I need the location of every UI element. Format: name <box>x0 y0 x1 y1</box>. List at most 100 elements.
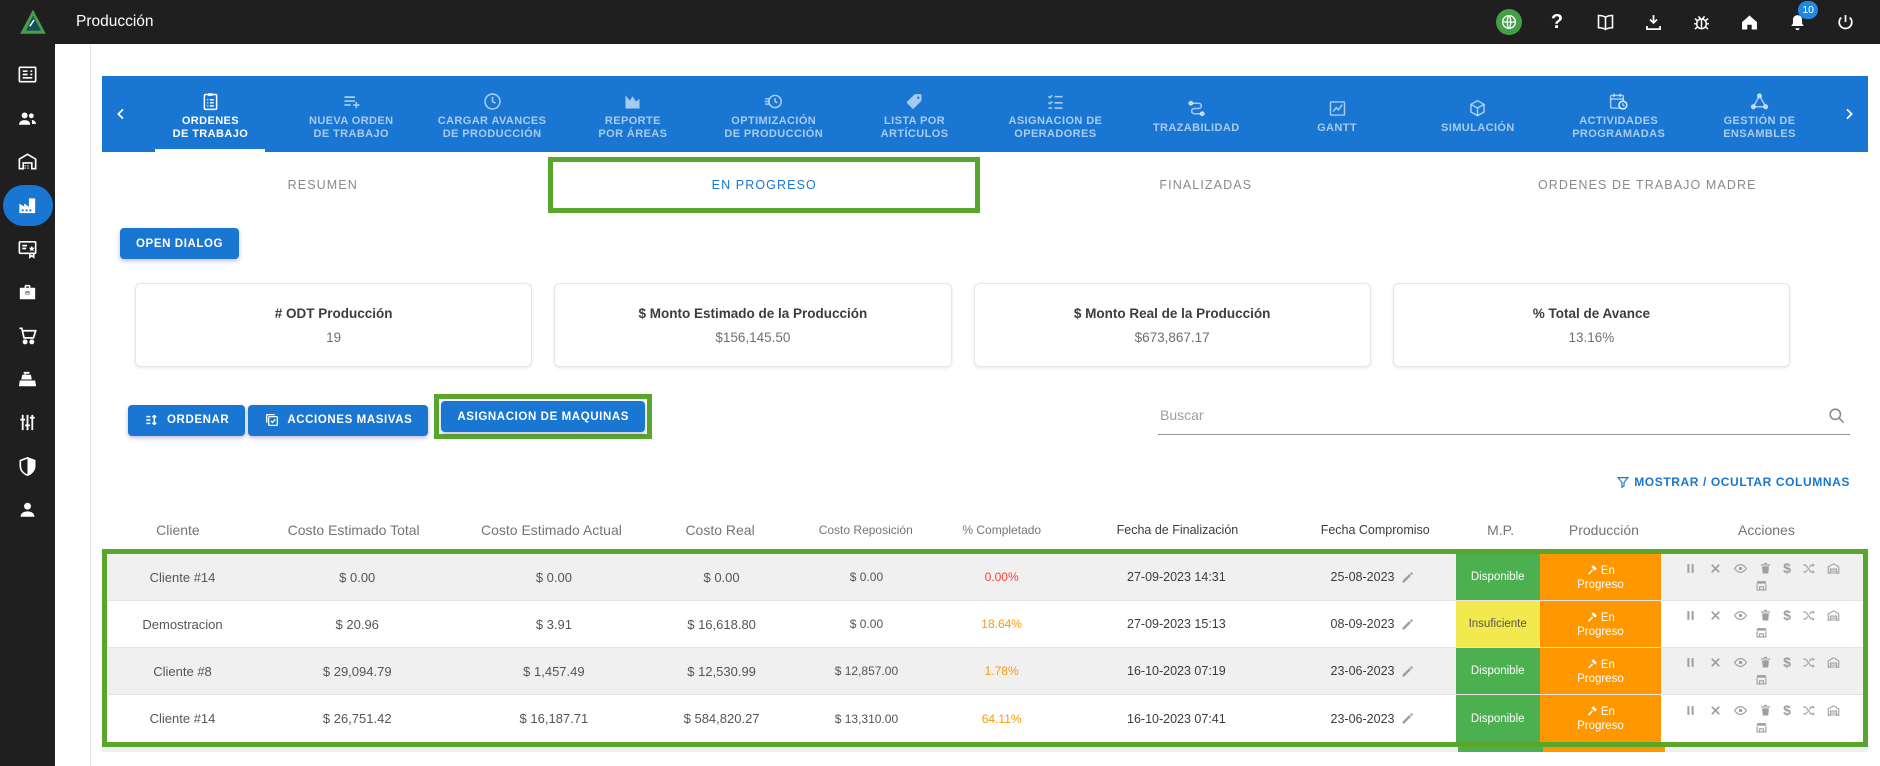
sidebar-item-profile[interactable] <box>0 488 55 532</box>
store-icon[interactable] <box>1754 578 1769 593</box>
nav-tab-simulacion[interactable]: SIMULACIÓN <box>1407 76 1548 152</box>
column-header[interactable]: Costo Real <box>649 522 790 538</box>
nav-tab-nueva-orden-de-trabajo[interactable]: NUEVA ORDENDE TRABAJO <box>281 76 422 152</box>
asignacion-maquinas-button[interactable]: ASIGNACION DE MAQUINAS <box>441 401 645 432</box>
column-header[interactable]: Costo Estimado Total <box>254 522 454 538</box>
download-icon[interactable] <box>1636 5 1670 39</box>
card-value: $156,145.50 <box>715 330 790 345</box>
sidebar-item-users[interactable] <box>0 97 55 141</box>
sidebar-item-warehouse[interactable] <box>0 140 55 184</box>
pause-icon[interactable] <box>1683 561 1698 576</box>
nav-tab-actividades-programadas[interactable]: ACTIVIDADESPROGRAMADAS <box>1548 76 1689 152</box>
nav-tab-trazabilidad[interactable]: TRAZABILIDAD <box>1126 76 1267 152</box>
view-icon[interactable] <box>1733 608 1748 623</box>
sidebar-item-certificates[interactable] <box>0 227 55 271</box>
column-header[interactable]: Fecha Compromiso <box>1292 523 1458 537</box>
nav-tab-ordenes-de-trabajo[interactable]: ORDENESDE TRABAJO <box>140 76 281 152</box>
tab-resumen[interactable]: RESUMEN <box>102 178 544 192</box>
open-dialog-button[interactable]: OPEN DIALOG <box>120 228 239 259</box>
nav-scroll-left-icon[interactable] <box>102 76 140 152</box>
nav-tab-cargar-avances[interactable]: CARGAR AVANCESDE PRODUCCIÓN <box>422 76 563 152</box>
delete-icon[interactable] <box>1758 561 1773 576</box>
table-row[interactable]: Cliente #14 $ 26,751.42 $ 16,187.71 $ 58… <box>107 695 1863 742</box>
warehouse-icon[interactable] <box>1826 608 1841 623</box>
sidebar-item-settings-sliders[interactable] <box>0 401 55 445</box>
store-icon[interactable] <box>1754 672 1769 687</box>
edit-date-icon[interactable] <box>1400 711 1415 726</box>
search-field[interactable] <box>1158 401 1850 435</box>
view-icon[interactable] <box>1733 655 1748 670</box>
column-header[interactable]: % Completado <box>941 523 1063 537</box>
table-row[interactable]: Cliente #14 $ 0.00 $ 0.00 $ 0.00 $ 0.00 … <box>107 554 1863 601</box>
cancel-icon[interactable] <box>1708 703 1723 718</box>
delete-icon[interactable] <box>1758 608 1773 623</box>
column-header[interactable]: Fecha de Finalización <box>1063 523 1293 537</box>
sidebar-item-security[interactable] <box>0 445 55 489</box>
dollar-icon[interactable]: $ <box>1783 703 1791 718</box>
search-input[interactable] <box>1160 407 1816 423</box>
search-icon[interactable] <box>1827 406 1846 425</box>
shuffle-icon[interactable] <box>1801 655 1816 670</box>
shuffle-icon[interactable] <box>1801 561 1816 576</box>
documentation-book-icon[interactable] <box>1588 5 1622 39</box>
column-header[interactable]: Producción <box>1543 522 1665 538</box>
column-header[interactable]: Cliente <box>102 522 254 538</box>
sidebar-item-toolbox[interactable] <box>0 271 55 315</box>
table-row[interactable]: Demostracion $ 20.96 $ 3.91 $ 16,618.80 … <box>107 601 1863 648</box>
nav-tab-lista-por-articulos[interactable]: LISTA PORARTÍCULOS <box>844 76 985 152</box>
store-icon[interactable] <box>1754 720 1769 735</box>
pause-icon[interactable] <box>1683 703 1698 718</box>
warehouse-icon[interactable] <box>1826 561 1841 576</box>
column-header[interactable]: Costo Reposición <box>791 523 941 537</box>
acciones-masivas-button[interactable]: ACCIONES MASIVAS <box>248 405 428 436</box>
home-icon[interactable] <box>1732 5 1766 39</box>
sidebar-item-production[interactable] <box>0 184 55 228</box>
dollar-icon[interactable]: $ <box>1783 655 1791 670</box>
sidebar-item-cash-register[interactable] <box>0 358 55 402</box>
toggle-columns-link[interactable]: MOSTRAR / OCULTAR COLUMNAS <box>1616 475 1850 489</box>
warehouse-icon[interactable] <box>1826 655 1841 670</box>
nav-tab-asignacion-operadores[interactable]: ASIGNACION DEOPERADORES <box>985 76 1126 152</box>
warehouse-icon[interactable] <box>1826 703 1841 718</box>
language-globe-icon[interactable] <box>1492 5 1526 39</box>
table-row[interactable]: Cliente #8 $ 29,094.79 $ 1,457.49 $ 12,5… <box>107 648 1863 695</box>
tab-en-progreso[interactable]: EN PROGRESO <box>544 178 986 192</box>
view-icon[interactable] <box>1733 703 1748 718</box>
annotation-box-table: Cliente #14 $ 0.00 $ 0.00 $ 0.00 $ 0.00 … <box>102 549 1868 747</box>
cancel-icon[interactable] <box>1708 608 1723 623</box>
cancel-icon[interactable] <box>1708 655 1723 670</box>
nav-scroll-right-icon[interactable] <box>1830 76 1868 152</box>
column-header[interactable]: Acciones <box>1665 522 1868 538</box>
column-header[interactable]: M.P. <box>1458 522 1543 538</box>
store-icon[interactable] <box>1754 625 1769 640</box>
nav-tab-gestion-ensambles[interactable]: GESTIÓN DEENSAMBLES <box>1689 76 1830 152</box>
edit-date-icon[interactable] <box>1400 617 1415 632</box>
sidebar-item-cart[interactable] <box>0 314 55 358</box>
help-icon[interactable]: ? <box>1540 5 1574 39</box>
tab-ordenes-trabajo-madre[interactable]: ORDENES DE TRABAJO MADRE <box>1427 178 1869 192</box>
shuffle-icon[interactable] <box>1801 608 1816 623</box>
edit-date-icon[interactable] <box>1400 570 1415 585</box>
nav-tab-optimizacion[interactable]: OPTIMIZACIÓNDE PRODUCCIÓN <box>703 76 844 152</box>
power-icon[interactable] <box>1828 5 1862 39</box>
view-icon[interactable] <box>1733 561 1748 576</box>
tab-finalizadas[interactable]: FINALIZADAS <box>985 178 1427 192</box>
delete-icon[interactable] <box>1758 703 1773 718</box>
nav-tab-gantt[interactable]: GANTT <box>1267 76 1408 152</box>
delete-icon[interactable] <box>1758 655 1773 670</box>
nav-tab-reporte-por-areas[interactable]: REPORTEPOR ÁREAS <box>562 76 703 152</box>
cancel-icon[interactable] <box>1708 561 1723 576</box>
shuffle-icon[interactable] <box>1801 703 1816 718</box>
toolbox-icon <box>16 281 39 304</box>
ordenar-button[interactable]: ORDENAR <box>128 405 245 436</box>
notifications-bell-icon[interactable]: 10 <box>1780 5 1814 39</box>
bug-report-icon[interactable] <box>1684 5 1718 39</box>
edit-date-icon[interactable] <box>1400 664 1415 679</box>
dollar-icon[interactable]: $ <box>1783 561 1791 576</box>
column-header[interactable]: Costo Estimado Actual <box>453 522 649 538</box>
dollar-icon[interactable]: $ <box>1783 608 1791 623</box>
factory-icon <box>16 194 39 217</box>
pause-icon[interactable] <box>1683 655 1698 670</box>
pause-icon[interactable] <box>1683 608 1698 623</box>
sidebar-item-newspaper[interactable] <box>0 53 55 97</box>
